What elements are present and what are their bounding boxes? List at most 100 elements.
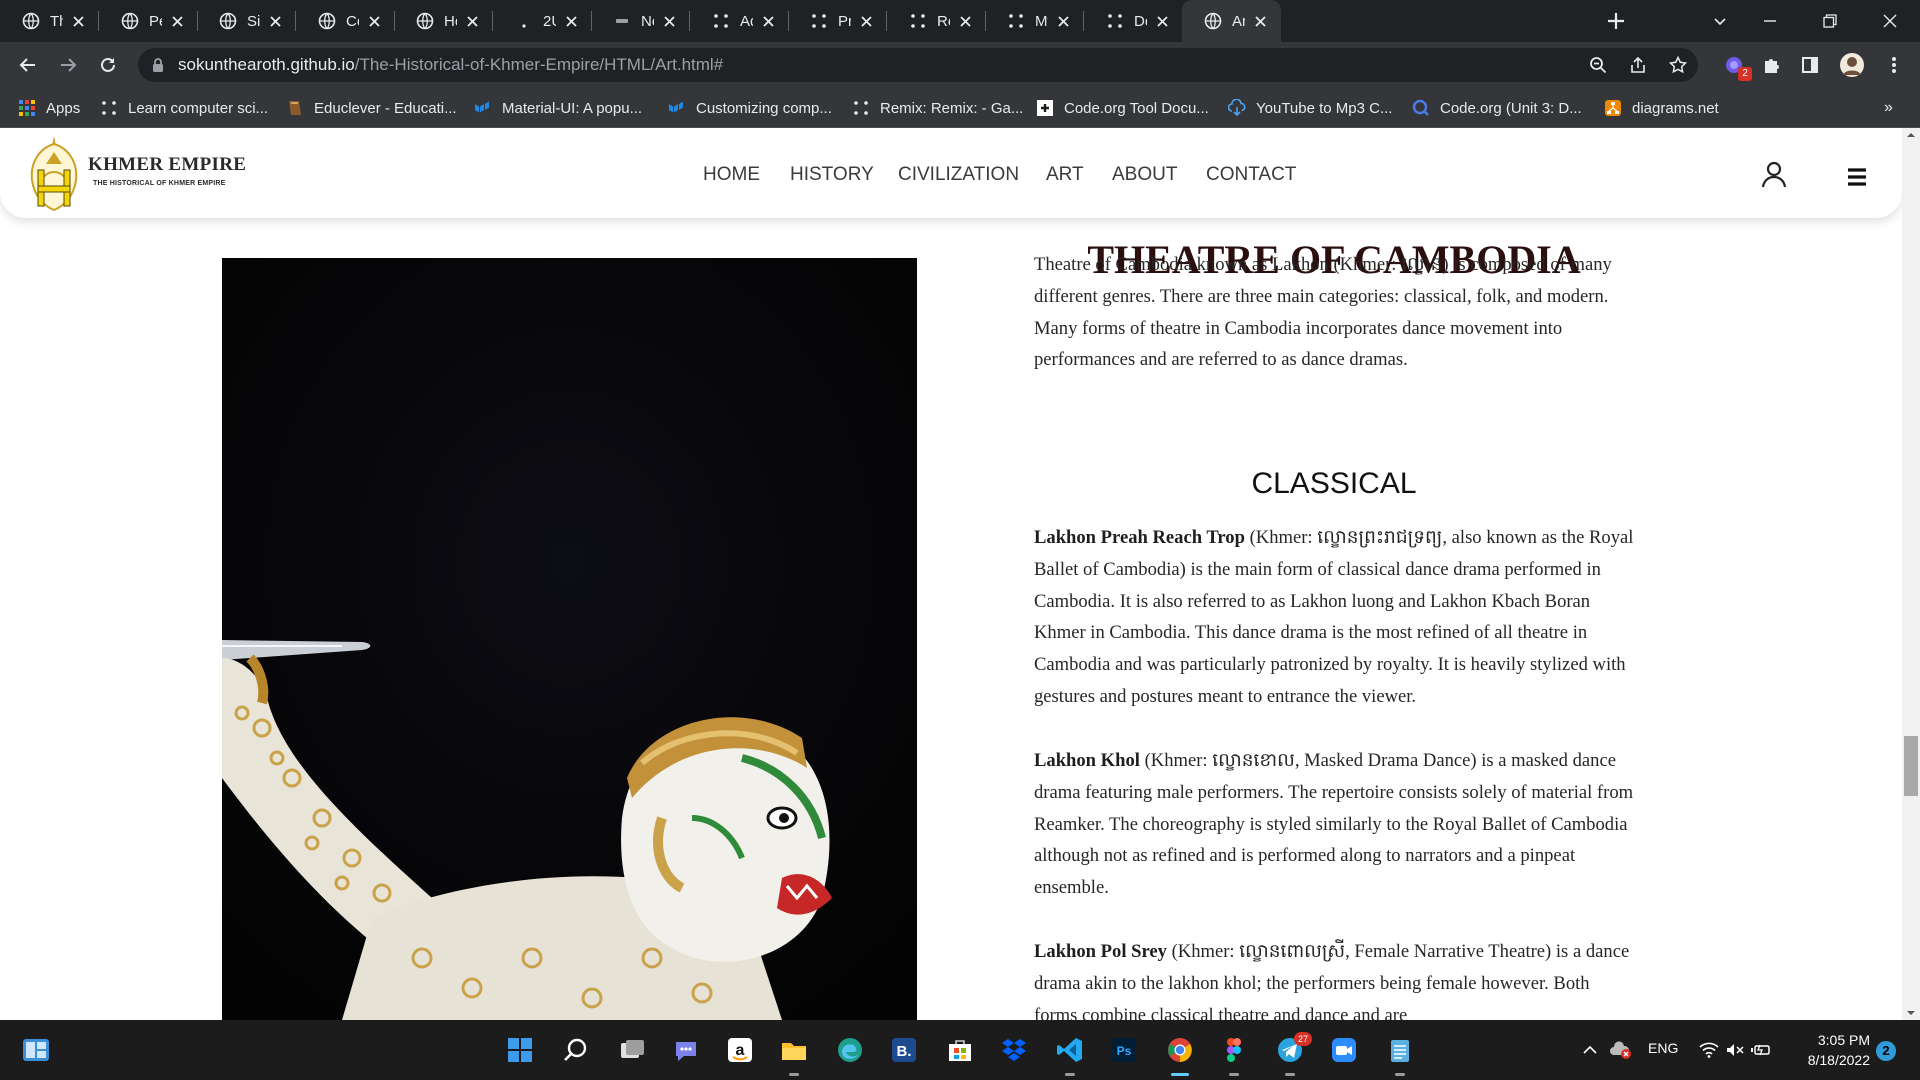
browser-tab[interactable]: Demo bbox=[1084, 0, 1183, 42]
start-icon[interactable] bbox=[504, 1034, 536, 1066]
close-tab-icon[interactable] bbox=[857, 12, 875, 30]
close-tab-icon[interactable] bbox=[759, 12, 777, 30]
wifi-icon[interactable] bbox=[1698, 1038, 1720, 1062]
url-host: sokunthearoth.github.io bbox=[178, 55, 355, 74]
tab-active[interactable]: Art Pa bbox=[1182, 0, 1281, 42]
browser-tab[interactable]: Next S bbox=[591, 0, 690, 42]
bookmark-item[interactable]: diagrams.net bbox=[1604, 88, 1719, 128]
zoom-icon[interactable] bbox=[1328, 1034, 1360, 1066]
hamburger-menu-icon[interactable] bbox=[1845, 165, 1869, 189]
browser-tab[interactable]: 2U bbox=[493, 0, 592, 42]
close-tab-icon[interactable] bbox=[1153, 12, 1171, 30]
browser-tab[interactable]: My litt bbox=[985, 0, 1084, 42]
lock-icon[interactable] bbox=[150, 57, 166, 73]
page-scrollbar[interactable] bbox=[1902, 128, 1920, 1020]
figma-icon[interactable] bbox=[1218, 1034, 1250, 1066]
dropbox-icon[interactable] bbox=[998, 1034, 1030, 1066]
close-tab-icon[interactable] bbox=[69, 12, 87, 30]
nextstep-icon bbox=[613, 12, 631, 30]
paragraph-lakhon-pol-srey: Lakhon Pol Srey (Khmer: ល្ខោនពោលស្រី, Fe… bbox=[1034, 936, 1634, 1020]
close-tab-icon[interactable] bbox=[168, 12, 186, 30]
close-tab-icon[interactable] bbox=[1054, 12, 1072, 30]
share-icon bbox=[1631, 56, 1645, 73]
more-bookmarks-button[interactable]: » bbox=[1884, 88, 1893, 128]
back-button[interactable] bbox=[12, 49, 44, 81]
reload-button[interactable] bbox=[92, 49, 124, 81]
store-icon[interactable] bbox=[944, 1034, 976, 1066]
nav-civilization[interactable]: CIVILIZATION bbox=[898, 164, 1019, 186]
bookmark-item[interactable]: YouTube to Mp3 C... bbox=[1228, 88, 1392, 128]
nav-contact[interactable]: CONTACT bbox=[1206, 164, 1296, 186]
term-lakhon-khol: Lakhon Khol bbox=[1034, 750, 1140, 771]
side-panel-button[interactable] bbox=[1794, 49, 1826, 81]
bookmark-item[interactable]: Apps bbox=[18, 88, 80, 128]
browser-tab[interactable]: Persor bbox=[99, 0, 198, 42]
extension-button-colorful[interactable]: 2 bbox=[1718, 49, 1752, 81]
edge-icon[interactable] bbox=[834, 1034, 866, 1066]
chrome-icon[interactable] bbox=[1164, 1034, 1196, 1066]
photoshop-icon[interactable]: Ps bbox=[1108, 1034, 1140, 1066]
widgets-button[interactable] bbox=[20, 1034, 52, 1066]
bookmark-star-button[interactable] bbox=[1666, 53, 1690, 77]
nav-about[interactable]: ABOUT bbox=[1112, 164, 1177, 186]
term-lakhon-pol-srey: Lakhon Pol Srey bbox=[1034, 941, 1167, 962]
nav-art[interactable]: ART bbox=[1046, 164, 1084, 186]
show-hidden-icons-button[interactable] bbox=[1580, 1038, 1600, 1062]
brand-name[interactable]: KHMER EMPIRE bbox=[88, 154, 246, 176]
battery-icon[interactable] bbox=[1750, 1038, 1772, 1062]
browser-tab[interactable]: Projec bbox=[788, 0, 887, 42]
amazon-icon[interactable]: a bbox=[724, 1034, 756, 1066]
notepad-icon[interactable] bbox=[1384, 1034, 1416, 1066]
bookmark-item[interactable]: Remix: Remix: - Ga... bbox=[852, 88, 1023, 128]
bookmark-item[interactable]: Customizing comp... bbox=[668, 88, 832, 128]
chrome-menu-button[interactable] bbox=[1878, 49, 1910, 81]
url-text[interactable]: sokunthearoth.github.io/The-Historical-o… bbox=[178, 48, 723, 82]
bookmark-item[interactable]: Learn computer sci... bbox=[100, 88, 268, 128]
browser-tab[interactable]: Conta bbox=[296, 0, 395, 42]
clock[interactable]: 3:05 PM 8/18/2022 bbox=[1790, 1030, 1870, 1070]
browser-tab[interactable]: Adven bbox=[690, 0, 789, 42]
browser-tab[interactable]: Sign U bbox=[197, 0, 296, 42]
user-account-icon[interactable] bbox=[1760, 160, 1788, 188]
bookmark-item[interactable]: Code.org Tool Docu... bbox=[1036, 88, 1209, 128]
paragraph-text: (Khmer: ល្ខោនព្រះរាជទ្រព្យ, also known a… bbox=[1034, 527, 1634, 707]
forward-button[interactable] bbox=[52, 49, 84, 81]
close-tab-icon[interactable] bbox=[365, 12, 383, 30]
bookmark-item[interactable]: Educlever - Educati... bbox=[286, 88, 457, 128]
close-window-button[interactable] bbox=[1860, 0, 1920, 42]
tab-title: Three bbox=[50, 12, 63, 30]
close-tab-icon[interactable] bbox=[956, 12, 974, 30]
vscode-icon[interactable] bbox=[1054, 1034, 1086, 1066]
scrollbar-thumb[interactable] bbox=[1904, 736, 1918, 796]
extensions-button[interactable] bbox=[1756, 49, 1788, 81]
notification-badge[interactable]: 2 bbox=[1876, 1041, 1896, 1061]
close-tab-icon[interactable] bbox=[463, 12, 481, 30]
close-tab-icon[interactable] bbox=[1251, 12, 1269, 30]
close-tab-icon[interactable] bbox=[266, 12, 284, 30]
bookmark-item[interactable]: Material-UI: A popu... bbox=[474, 88, 642, 128]
close-tab-icon[interactable] bbox=[562, 12, 580, 30]
restore-button[interactable] bbox=[1800, 0, 1860, 42]
khmer-empire-logo[interactable] bbox=[22, 134, 86, 212]
language-indicator[interactable]: ENG bbox=[1648, 1040, 1678, 1056]
address-bar[interactable]: sokunthearoth.github.io/The-Historical-o… bbox=[138, 48, 1698, 82]
browser-tab[interactable]: Remix bbox=[887, 0, 986, 42]
bing-icon[interactable]: B. bbox=[888, 1034, 920, 1066]
browser-tab[interactable]: Three bbox=[0, 0, 99, 42]
browser-tab[interactable]: Home bbox=[394, 0, 493, 42]
bookmark-item[interactable]: Code.org (Unit 3: D... bbox=[1412, 88, 1582, 128]
minimize-button[interactable] bbox=[1740, 0, 1800, 42]
nav-history[interactable]: HISTORY bbox=[790, 164, 874, 186]
nav-home[interactable]: HOME bbox=[703, 164, 760, 186]
volume-muted-icon[interactable] bbox=[1724, 1038, 1746, 1062]
new-tab-button[interactable] bbox=[1600, 0, 1632, 42]
onedrive-error-icon[interactable] bbox=[1608, 1038, 1632, 1062]
file-explorer-icon[interactable] bbox=[778, 1034, 810, 1066]
zoom-button[interactable] bbox=[1586, 53, 1610, 77]
profile-avatar[interactable] bbox=[1836, 49, 1868, 81]
share-button[interactable] bbox=[1626, 53, 1650, 77]
close-tab-icon[interactable] bbox=[660, 12, 678, 30]
teams-chat-icon[interactable] bbox=[670, 1034, 702, 1066]
task-view-icon[interactable] bbox=[616, 1034, 648, 1066]
search-icon[interactable] bbox=[560, 1034, 592, 1066]
